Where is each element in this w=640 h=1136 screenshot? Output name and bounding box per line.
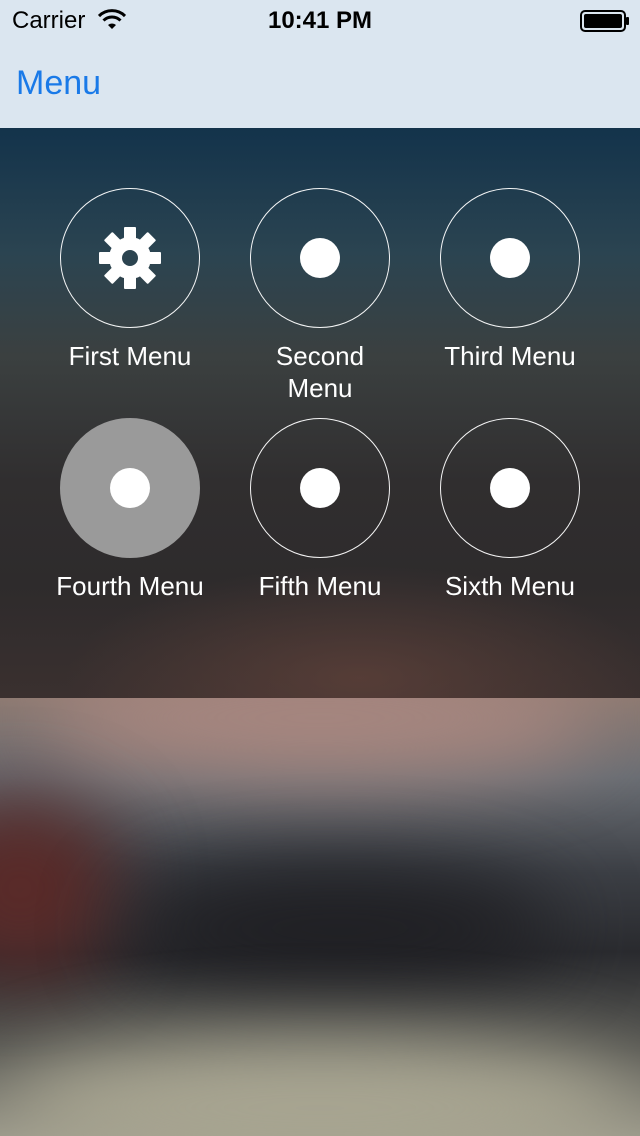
blur-shape — [0, 1038, 640, 1136]
menu-label: Third Menu — [444, 341, 576, 371]
menu-label: Fifth Menu — [258, 571, 382, 601]
menu-panel: First Menu Second Menu Third Menu Fourth… — [0, 128, 640, 698]
dot-icon — [490, 238, 530, 278]
blur-shape — [120, 868, 560, 988]
blur-shape — [40, 698, 600, 778]
dot-icon — [300, 468, 340, 508]
menu-button-circle[interactable] — [440, 188, 580, 328]
dot-icon — [110, 468, 150, 508]
navigation-bar: Menu — [0, 40, 640, 128]
battery-icon — [580, 10, 629, 32]
menu-button-circle[interactable] — [250, 188, 390, 328]
menu-label: First Menu — [68, 341, 192, 371]
blur-shape — [0, 798, 120, 978]
dot-icon — [490, 468, 530, 508]
gear-icon — [99, 227, 161, 289]
status-bar: Carrier 10:41 PM — [0, 0, 640, 40]
menu-label-line: Menu — [287, 373, 353, 403]
menu-button-circle[interactable] — [440, 418, 580, 558]
menu-item-fourth[interactable]: Fourth Menu — [35, 418, 225, 638]
menu-item-third[interactable]: Third Menu — [415, 188, 605, 408]
menu-button[interactable]: Menu — [16, 64, 101, 103]
blurred-background — [0, 698, 640, 1136]
menu-label: Fourth Menu — [56, 571, 204, 601]
menu-label: Second Menu — [225, 340, 415, 404]
menu-item-fifth[interactable]: Fifth Menu — [225, 418, 415, 638]
menu-button-circle[interactable] — [250, 418, 390, 558]
menu-button-circle[interactable] — [60, 418, 200, 558]
menu-label-line: Second — [275, 341, 365, 371]
status-time: 10:41 PM — [267, 7, 373, 34]
menu-label: Sixth Menu — [444, 571, 576, 601]
dot-icon — [300, 238, 340, 278]
menu-button-circle[interactable] — [60, 188, 200, 328]
menu-item-first[interactable]: First Menu — [35, 188, 225, 408]
menu-item-sixth[interactable]: Sixth Menu — [415, 418, 605, 638]
menu-item-second[interactable]: Second Menu — [225, 188, 415, 408]
